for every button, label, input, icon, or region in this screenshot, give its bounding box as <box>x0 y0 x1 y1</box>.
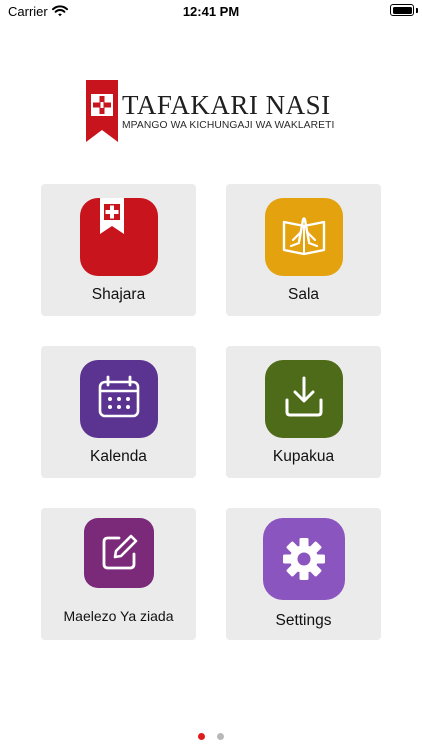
tile-maelezo-ya-ziada[interactable]: Maelezo Ya ziada <box>41 508 196 640</box>
tile-label: Sala <box>287 286 320 303</box>
download-icon <box>264 360 343 438</box>
page-indicator[interactable] <box>0 727 422 740</box>
tile-label: Settings <box>275 612 332 629</box>
tile-kalenda[interactable]: Kalenda <box>41 346 196 478</box>
status-bar: Carrier 12:41 PM <box>0 0 422 24</box>
edit-note-icon <box>83 518 154 588</box>
page-dot-active[interactable] <box>197 733 205 740</box>
page-dot[interactable] <box>217 733 225 740</box>
tile-settings[interactable]: Settings <box>226 508 381 640</box>
praying-hands-book-icon <box>264 198 343 276</box>
tile-label: Shajara <box>91 286 146 303</box>
tile-sala[interactable]: Sala <box>226 184 381 316</box>
tile-label: Kupakua <box>272 448 335 465</box>
battery-icon <box>390 4 414 16</box>
battery-tip <box>416 8 418 13</box>
tile-label: Maelezo Ya ziada <box>63 608 174 624</box>
calendar-icon <box>79 360 158 438</box>
tile-shajara[interactable]: Shajara <box>41 184 196 316</box>
status-time: 12:41 PM <box>182 4 240 19</box>
logo-subtitle: MPANGO WA KICHUNGAJI WA WAKLARETI <box>122 120 335 131</box>
app-logo: TAFAKARI NASI MPANGO WA KICHUNGAJI WA WA… <box>86 80 346 144</box>
tile-label: Kalenda <box>90 448 147 465</box>
tile-kupakua[interactable]: Kupakua <box>226 346 381 478</box>
logo-title: TAFAKARI NASI <box>122 90 331 120</box>
logo-banner-icon <box>86 80 118 142</box>
gear-icon <box>262 518 345 600</box>
diary-bookmark-icon <box>79 198 158 276</box>
